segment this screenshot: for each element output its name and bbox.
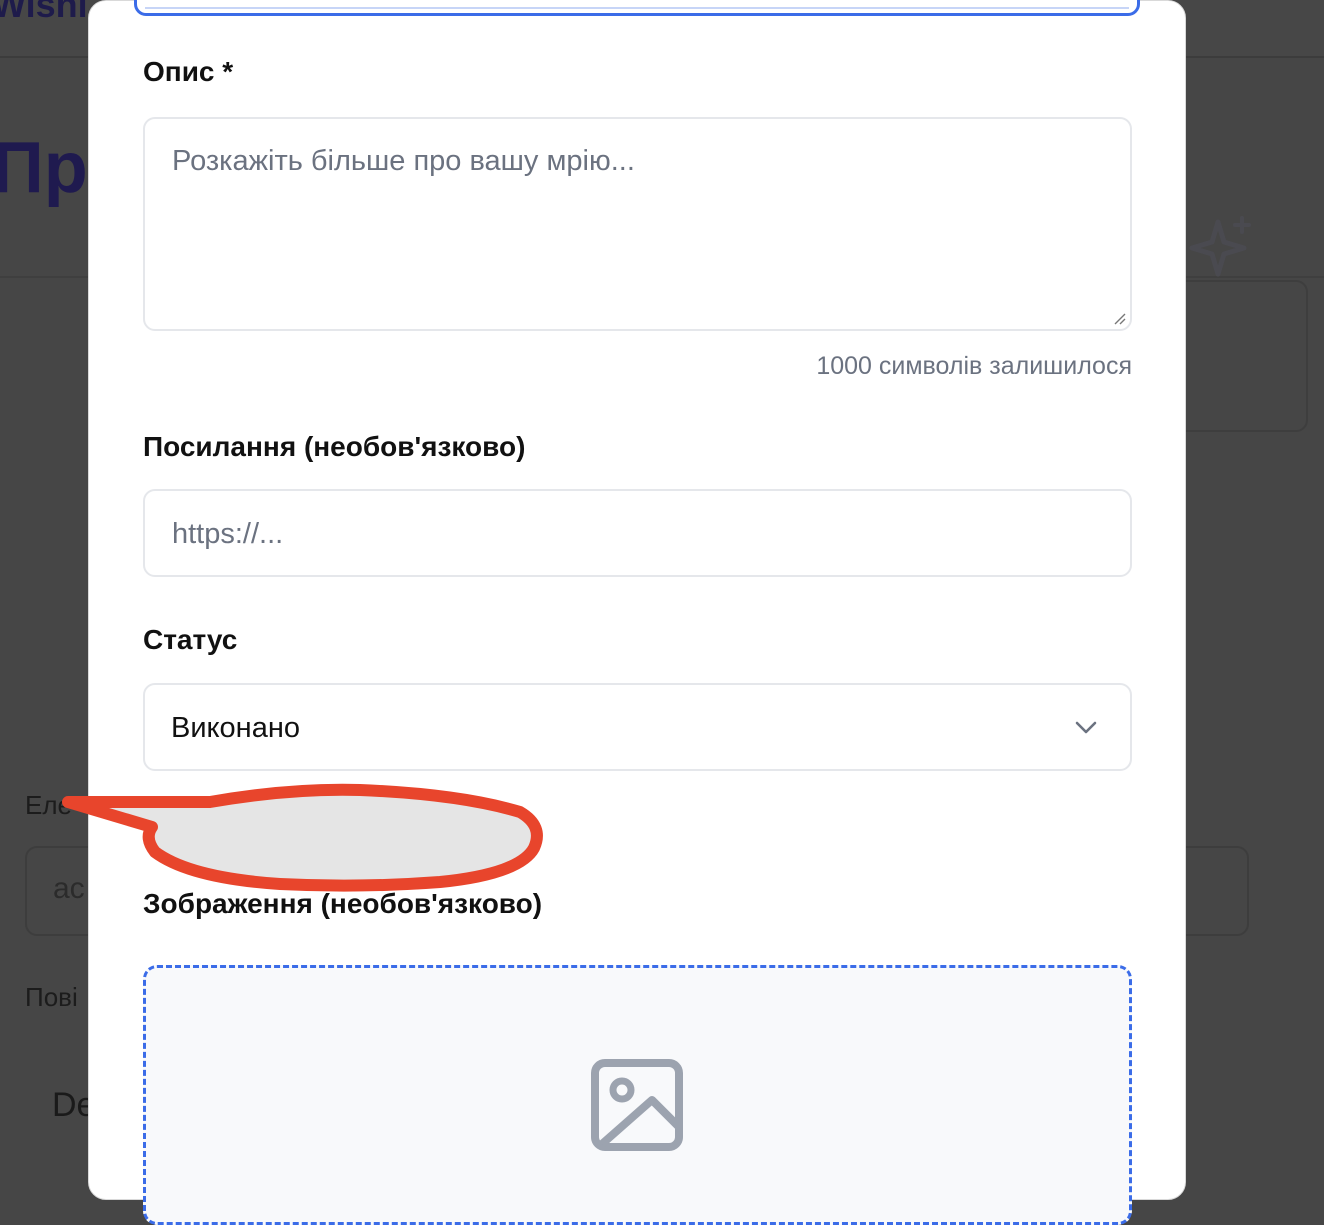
- description-label: Опис *: [143, 56, 234, 87]
- sparkle-icon: [1189, 216, 1251, 277]
- status-label: Статус: [143, 624, 238, 655]
- title-input[interactable]: [134, 0, 1140, 16]
- link-input[interactable]: https://...: [143, 489, 1132, 577]
- resize-handle-icon[interactable]: [1112, 311, 1126, 325]
- link-placeholder: https://...: [172, 518, 284, 550]
- annotation-callout: [62, 783, 543, 892]
- background-brand: Wishl: [0, 0, 88, 25]
- chevron-down-icon[interactable]: [1072, 714, 1100, 742]
- background-label-2: Пові: [25, 982, 78, 1012]
- description-textarea[interactable]: Розкажіть більше про вашу мрію...: [143, 117, 1132, 331]
- description-placeholder: Розкажіть більше про вашу мрію...: [172, 145, 635, 177]
- image-icon: [591, 1059, 683, 1151]
- image-label: Зображення (необов'язково): [143, 888, 543, 919]
- character-counter: 1000 символів залишилося: [816, 352, 1132, 380]
- link-label: Посилання (необов'язково): [143, 431, 526, 462]
- status-selected-value: Виконано: [171, 712, 300, 744]
